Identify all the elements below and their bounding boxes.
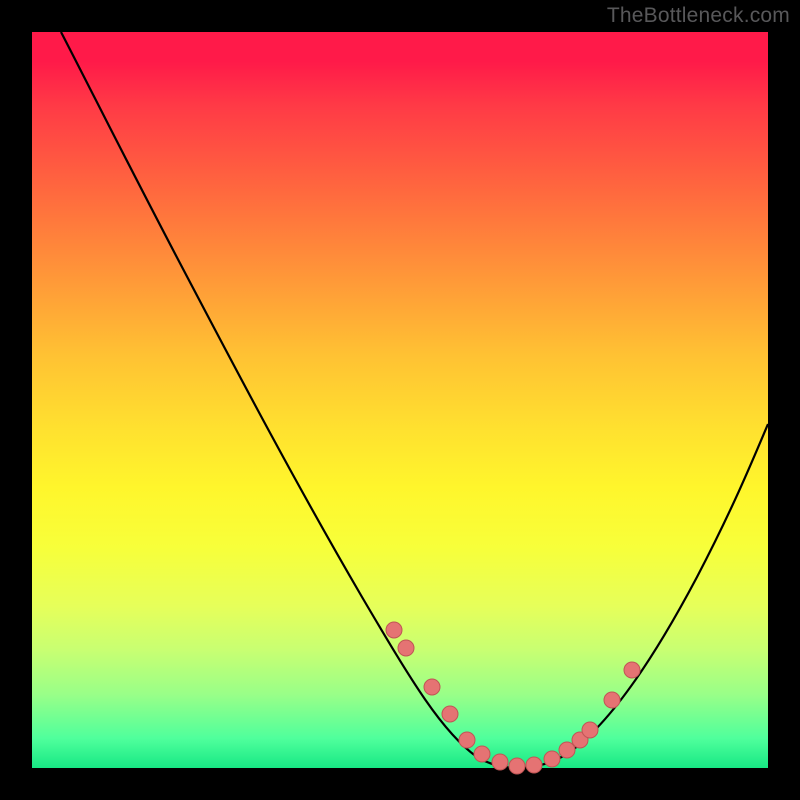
outer-frame: TheBottleneck.com [0,0,800,800]
marker-dot [492,754,508,770]
bottleneck-curve-path [61,32,768,768]
marker-dot [582,722,598,738]
marker-dot [386,622,402,638]
marker-dot [509,758,525,774]
marker-dot [544,751,560,767]
marker-dot [442,706,458,722]
marker-dot [459,732,475,748]
watermark-text: TheBottleneck.com [607,4,790,28]
marker-dot [424,679,440,695]
marker-dot [398,640,414,656]
marker-dot [624,662,640,678]
marker-dot [526,757,542,773]
marker-dot [604,692,620,708]
bottleneck-chart [32,32,768,768]
chart-gradient-background [32,32,768,768]
marker-dot [559,742,575,758]
marker-dot [474,746,490,762]
